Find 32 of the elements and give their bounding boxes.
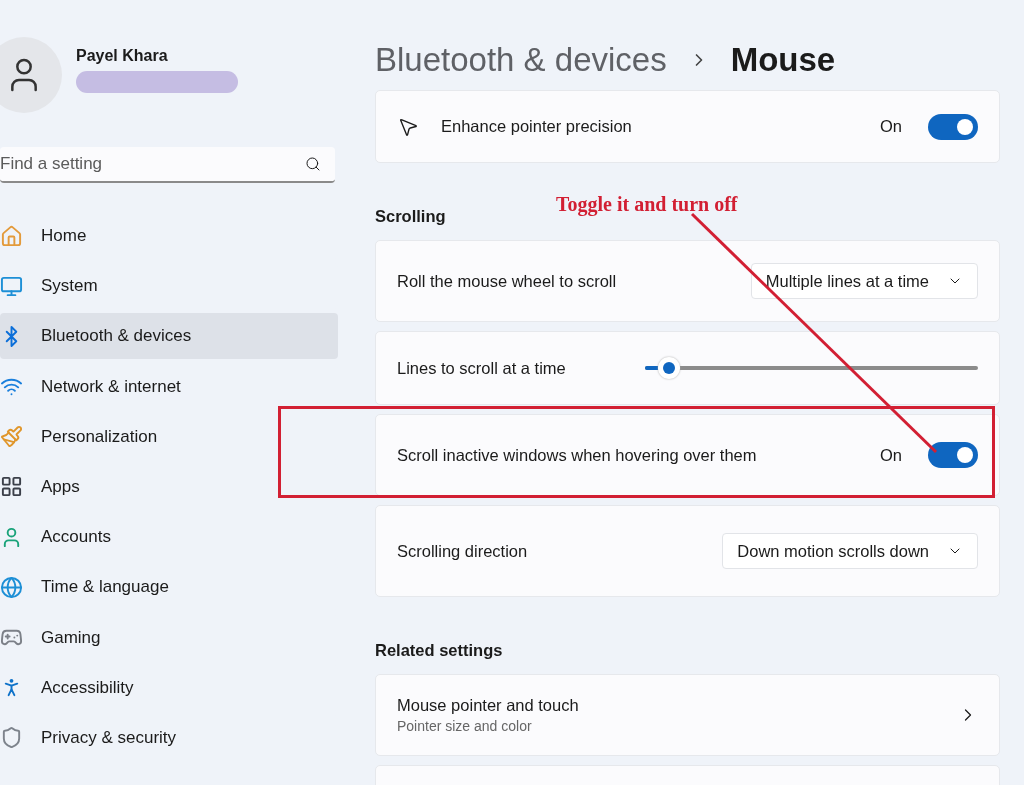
- search-field[interactable]: Find a setting: [0, 147, 335, 183]
- dropdown[interactable]: Down motion scrolls down: [722, 533, 978, 569]
- setting-description: Pointer size and color: [397, 718, 533, 734]
- setting-label: Roll the mouse wheel to scroll: [397, 271, 617, 291]
- nav-icon: [0, 425, 23, 449]
- section-title: Related settings: [375, 641, 504, 660]
- nav-item[interactable]: Bluetooth & devices: [0, 313, 338, 360]
- nav-icon: [0, 224, 23, 248]
- setting-link-card[interactable]: Mouse pointer and touch Pointer size and color: [375, 674, 1000, 756]
- slider[interactable]: [645, 357, 978, 379]
- setting-label: Mouse pointer and touch: [397, 696, 579, 715]
- user-name: Payel Khara: [76, 47, 169, 65]
- setting-label: Scroll inactive windows when hovering over them: [397, 445, 757, 465]
- nav-icon: [0, 726, 23, 750]
- setting-label: Lines to scroll at a time: [397, 358, 566, 378]
- setting-label: Scrolling direction: [397, 541, 528, 561]
- toggle-state: On: [880, 445, 902, 465]
- toggle-switch[interactable]: [928, 113, 978, 140]
- nav-icon: [0, 274, 23, 298]
- section-title: Scrolling: [375, 207, 447, 226]
- toggle-state: On: [880, 117, 902, 136]
- search-icon: [305, 156, 321, 172]
- annotation-text: Toggle it and turn off: [556, 193, 738, 216]
- nav-icon: [0, 475, 23, 499]
- search-input[interactable]: Find a setting: [0, 154, 305, 174]
- slider-thumb[interactable]: [657, 357, 680, 379]
- toggle-switch[interactable]: [928, 442, 978, 468]
- page-title: Mouse: [730, 41, 836, 79]
- nav-icon: [0, 575, 23, 599]
- setting-label: Enhance pointer precision: [441, 117, 632, 136]
- breadcrumb-parent[interactable]: Bluetooth & devices: [375, 41, 667, 79]
- dropdown[interactable]: Multiple lines at a time: [750, 263, 978, 299]
